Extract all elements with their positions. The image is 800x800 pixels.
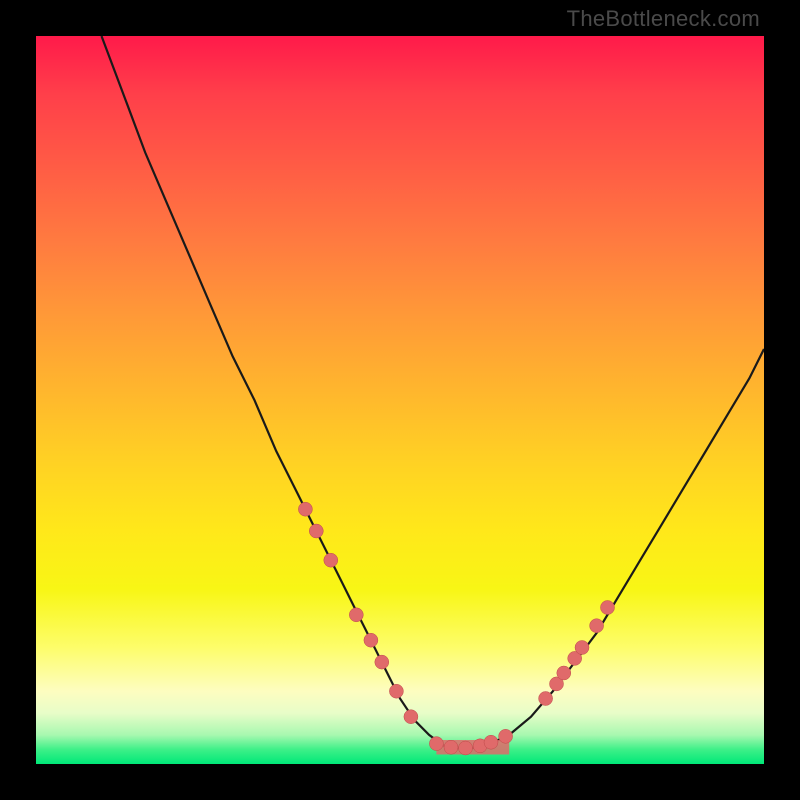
- curve-marker: [375, 655, 389, 669]
- chart-frame: TheBottleneck.com: [0, 0, 800, 800]
- curve-marker: [298, 502, 312, 516]
- curve-marker: [601, 601, 615, 615]
- curve-marker: [444, 740, 458, 754]
- curve-marker: [309, 524, 323, 538]
- curve-marker: [459, 741, 473, 755]
- curve-marker: [499, 729, 513, 743]
- curve-marker: [557, 666, 571, 680]
- chart-svg: [36, 36, 764, 764]
- curve-marker: [484, 735, 498, 749]
- watermark-text: TheBottleneck.com: [567, 6, 760, 32]
- curve-marker: [404, 710, 418, 724]
- curve-marker: [349, 608, 363, 622]
- plot-area: [36, 36, 764, 764]
- curve-marker: [539, 692, 553, 706]
- curve-marker: [575, 641, 589, 655]
- curve-marker: [590, 619, 604, 633]
- curve-marker: [429, 737, 443, 751]
- curve-marker: [364, 633, 378, 647]
- curve-marker: [324, 553, 338, 567]
- curve-marker: [389, 684, 403, 698]
- curve-markers: [298, 502, 614, 755]
- bottleneck-curve: [102, 36, 765, 748]
